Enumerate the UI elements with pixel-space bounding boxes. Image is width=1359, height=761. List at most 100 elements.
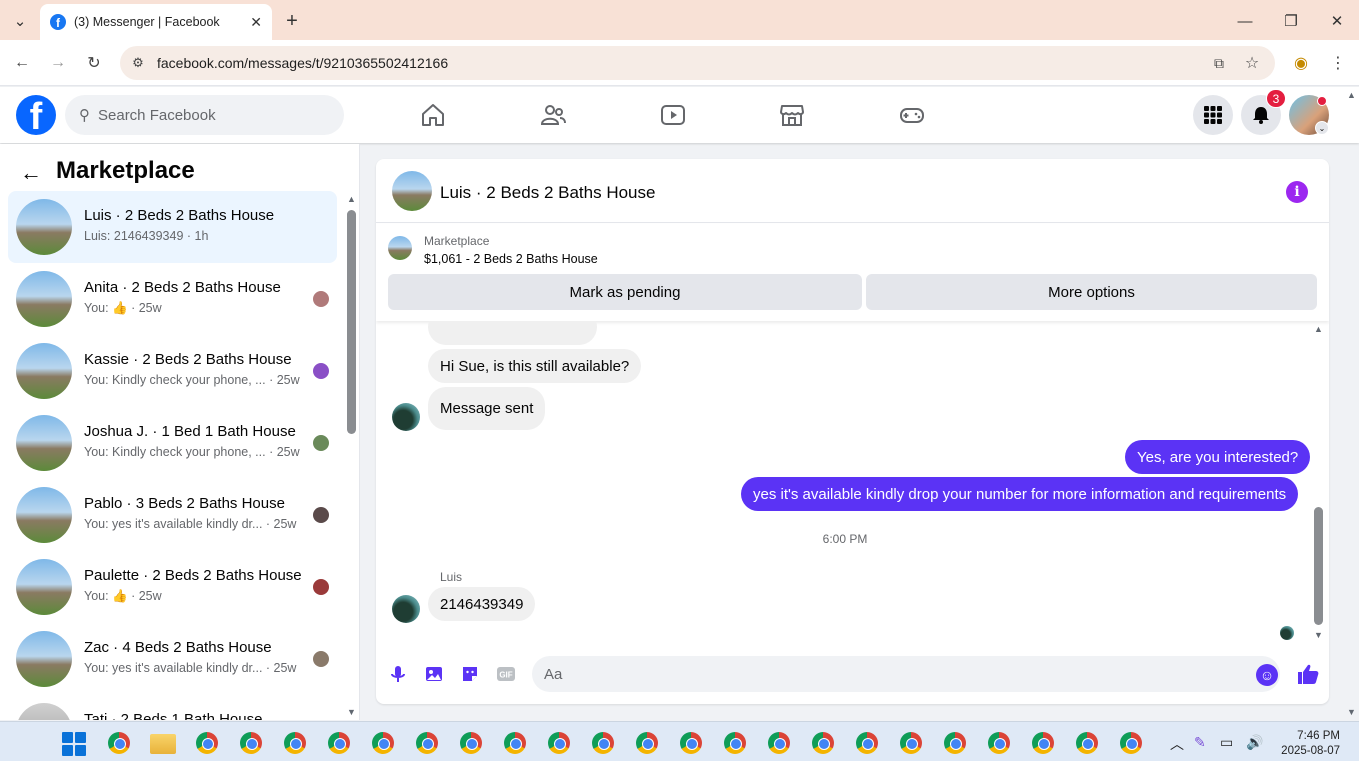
chrome-taskbar-icon[interactable] — [856, 732, 878, 754]
conversation-item[interactable]: Tati · 2 Beds 1 Bath House — [8, 695, 337, 720]
chrome-taskbar-icon[interactable] — [504, 732, 526, 754]
tab-search-icon[interactable]: ⌄ — [9, 10, 31, 32]
listing-thumbnail[interactable] — [388, 236, 412, 260]
chrome-taskbar-icon[interactable] — [1120, 732, 1142, 754]
facebook-logo-icon[interactable]: f — [16, 95, 56, 135]
chrome-taskbar-icon[interactable] — [900, 732, 922, 754]
chrome-taskbar-icon[interactable] — [108, 732, 130, 754]
url-field[interactable]: facebook.com/messages/t/9210365502412166 — [120, 46, 1275, 80]
menu-grid-button[interactable] — [1193, 95, 1233, 135]
chevron-down-icon[interactable]: ⌄ — [1315, 121, 1329, 135]
message-bubble[interactable]: Hi Sue, is this still available? — [428, 349, 642, 383]
sender-avatar[interactable] — [392, 595, 420, 623]
conversation-preview: You: 👍 · 25w — [84, 301, 162, 315]
scroll-down-arrow-icon[interactable]: ▼ — [347, 707, 356, 717]
watch-video-icon[interactable] — [659, 101, 687, 129]
photo-icon[interactable] — [424, 664, 444, 684]
network-icon[interactable]: ▭ — [1220, 734, 1233, 751]
conversation-item[interactable]: Anita · 2 Beds 2 Baths House You: 👍 · 25… — [8, 263, 337, 335]
sender-avatar[interactable] — [392, 403, 420, 431]
gif-icon[interactable]: GIF — [496, 664, 516, 684]
chrome-taskbar-icon[interactable] — [372, 732, 394, 754]
forward-icon[interactable]: → — [47, 52, 69, 74]
windows-start-icon[interactable] — [62, 732, 86, 756]
conversation-list-scrollbar[interactable] — [347, 210, 356, 434]
chrome-taskbar-icon[interactable] — [812, 732, 834, 754]
facebook-header: f ⚲ Search Facebook 3 ⌄ — [0, 87, 1359, 143]
message-input[interactable]: Aa — [532, 656, 1280, 692]
sticker-icon[interactable] — [460, 664, 480, 684]
window-close-icon[interactable]: ✕ — [1326, 10, 1348, 32]
browser-menu-icon[interactable]: ⋮ — [1327, 52, 1349, 74]
chrome-taskbar-icon[interactable] — [240, 732, 262, 754]
mark-as-pending-button[interactable]: Mark as pending — [388, 274, 862, 310]
home-icon[interactable] — [419, 101, 447, 129]
listing-price[interactable]: $1,061 - 2 Beds 2 Baths House — [424, 252, 598, 266]
search-icon: ⚲ — [79, 107, 90, 124]
chrome-taskbar-icon[interactable] — [1076, 732, 1098, 754]
chrome-taskbar-icon[interactable] — [944, 732, 966, 754]
chat-panel: Luis · 2 Beds 2 Baths House i Marketplac… — [376, 159, 1329, 704]
conversation-item[interactable]: Pablo · 3 Beds 2 Baths House You: yes it… — [8, 479, 337, 551]
minimize-icon[interactable]: — — [1234, 10, 1256, 32]
chrome-taskbar-icon[interactable] — [416, 732, 438, 754]
listing-thumbnail[interactable] — [392, 171, 432, 211]
seen-avatar — [313, 651, 329, 667]
scroll-up-arrow-icon[interactable]: ▲ — [1314, 324, 1323, 334]
friends-icon[interactable] — [539, 101, 567, 129]
conversation-item[interactable]: Zac · 4 Beds 2 Baths House You: yes it's… — [8, 623, 337, 695]
info-icon[interactable]: i — [1286, 181, 1308, 203]
scroll-down-arrow-icon[interactable]: ▼ — [1314, 630, 1323, 640]
emoji-icon[interactable]: ☺ — [1256, 664, 1278, 686]
chrome-taskbar-icon[interactable] — [768, 732, 790, 754]
gaming-icon[interactable] — [898, 101, 926, 129]
reload-icon[interactable]: ↻ — [83, 52, 105, 74]
chrome-taskbar-icon[interactable] — [636, 732, 658, 754]
site-info-icon[interactable]: ⚙ — [127, 52, 149, 74]
install-app-icon[interactable]: ⧉ — [1208, 52, 1230, 74]
file-explorer-icon[interactable] — [150, 734, 176, 754]
bookmark-star-icon[interactable]: ☆ — [1241, 52, 1263, 74]
conversation-item[interactable]: Kassie · 2 Beds 2 Baths House You: Kindl… — [8, 335, 337, 407]
page-scroll-up-icon[interactable]: ▲ — [1347, 90, 1356, 100]
facebook-search-input[interactable]: ⚲ Search Facebook — [65, 95, 344, 135]
more-options-button[interactable]: More options — [866, 274, 1317, 310]
new-tab-button[interactable]: + — [281, 10, 303, 32]
like-icon[interactable] — [1296, 662, 1320, 686]
conversation-item[interactable]: Luis · 2 Beds 2 Baths House Luis: 214643… — [8, 191, 337, 263]
chat-scrollbar[interactable] — [1314, 507, 1323, 625]
chrome-taskbar-icon[interactable] — [460, 732, 482, 754]
browser-tab[interactable]: f (3) Messenger | Facebook ✕ — [40, 4, 272, 40]
system-clock[interactable]: 7:46 PM 2025-08-07 — [1278, 729, 1340, 759]
chrome-taskbar-icon[interactable] — [1032, 732, 1054, 754]
message-bubble[interactable]: 2146439349 — [428, 587, 536, 621]
back-icon[interactable]: ← — [11, 52, 33, 74]
listing-thumbnail — [16, 487, 72, 543]
marketplace-icon[interactable] — [778, 101, 806, 129]
chrome-taskbar-icon[interactable] — [548, 732, 570, 754]
pen-tray-icon[interactable]: ✎ — [1194, 734, 1206, 751]
message-bubble[interactable]: Message sent — [428, 387, 546, 430]
page-scroll-down-icon[interactable]: ▼ — [1347, 707, 1356, 717]
mic-icon[interactable] — [388, 664, 408, 684]
message-bubble-own[interactable]: Yes, are you interested? — [1125, 440, 1311, 474]
conversation-name: Pablo · 3 Beds 2 Baths House — [84, 495, 285, 512]
chrome-taskbar-icon[interactable] — [284, 732, 306, 754]
chrome-taskbar-icon[interactable] — [196, 732, 218, 754]
chrome-taskbar-icon[interactable] — [680, 732, 702, 754]
scroll-up-arrow-icon[interactable]: ▲ — [347, 194, 356, 204]
conversation-item[interactable]: Joshua J. · 1 Bed 1 Bath House You: Kind… — [8, 407, 337, 479]
chrome-taskbar-icon[interactable] — [988, 732, 1010, 754]
chrome-taskbar-icon[interactable] — [328, 732, 350, 754]
conversation-item[interactable]: Paulette · 2 Beds 2 Baths House You: 👍 ·… — [8, 551, 337, 623]
chrome-taskbar-icon[interactable] — [724, 732, 746, 754]
chat-title[interactable]: Luis · 2 Beds 2 Baths House — [440, 183, 655, 203]
profile-icon[interactable]: ◉ — [1290, 52, 1312, 74]
tray-overflow-chevron-icon[interactable]: ︿ — [1170, 734, 1184, 754]
tab-close-icon[interactable]: ✕ — [250, 14, 262, 31]
chrome-taskbar-icon[interactable] — [592, 732, 614, 754]
maximize-icon[interactable]: ❐ — [1280, 10, 1302, 32]
back-arrow-icon[interactable]: ← — [20, 160, 42, 186]
message-bubble-own[interactable]: yes it's available kindly drop your numb… — [741, 477, 1299, 511]
volume-icon[interactable]: 🔊 — [1246, 734, 1263, 751]
